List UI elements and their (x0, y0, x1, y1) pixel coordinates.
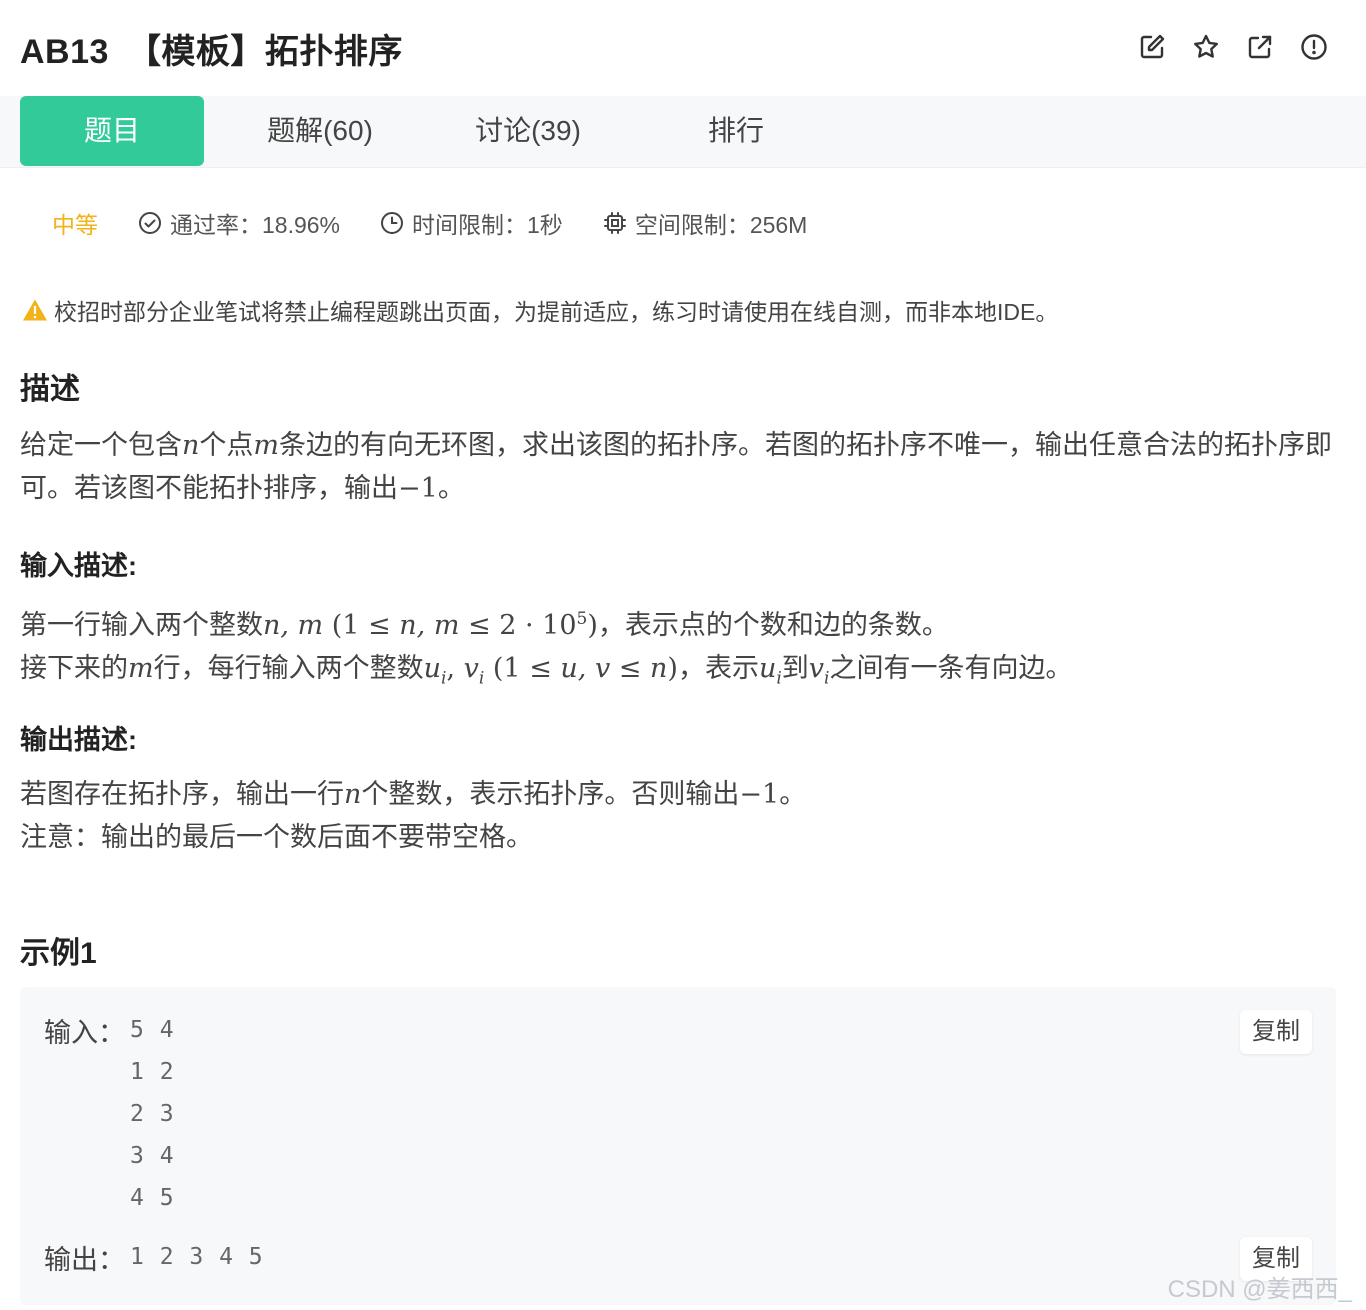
difficulty-badge: 中等 (52, 212, 98, 238)
input-desc-line-1: 第一行输入两个整数n, m (1 ≤ n, m ≤ 2 · 105)，表示点的个… (20, 609, 949, 641)
input-desc-text: 第一行输入两个整数n, m (1 ≤ n, m ≤ 2 · 105)，表示点的个… (20, 598, 1340, 700)
problem-tabs: 题目 题解(60) 讨论(39) 排行 (0, 96, 1366, 168)
output-desc-line-1: 若图存在拓扑序，输出一行n个整数，表示拓扑序。否则输出−1。 (20, 779, 807, 810)
csdn-watermark: CSDN @姜西西_ (1167, 1276, 1352, 1303)
description-text: 给定一个包含n个点m条边的有向无环图，求出该图的拓扑序。若图的拓扑序不唯一，输出… (20, 430, 1332, 504)
problem-page: AB13 【模板】拓扑排序 题目 题解(60) 讨论(39) 排行 中等 通过率… (0, 0, 1366, 1310)
example-output-line: 1 2 3 4 5 (130, 1244, 264, 1270)
description-heading: 描述 (20, 373, 80, 406)
tab-solutions[interactable]: 题解(60) (240, 96, 400, 166)
copy-input-button[interactable]: 复制 (1240, 1010, 1312, 1054)
alert-circle-icon[interactable] (1300, 33, 1328, 61)
time-limit: 时间限制：1秒 (380, 206, 563, 240)
external-link-icon[interactable] (1246, 33, 1274, 61)
star-icon[interactable] (1192, 33, 1220, 61)
input-desc-line-2: 接下来的m行，每行输入两个整数ui, vi (1 ≤ u, v ≤ n)，表示u… (20, 653, 1073, 689)
problem-title: AB13 【模板】拓扑排序 (20, 24, 403, 73)
example-input-line: 1 2 (130, 1059, 175, 1085)
time-limit-text: 时间限制：1秒 (412, 212, 563, 238)
cpu-chip-icon (603, 212, 626, 234)
example-box: 输入： 5 4 1 2 2 3 3 4 4 5 复制 输出： 1 2 3 4 5… (20, 987, 1336, 1305)
pass-rate-text: 通过率：18.96% (170, 212, 341, 238)
memory-limit-text: 空间限制：256M (634, 212, 808, 238)
tab-ranking[interactable]: 排行 (656, 96, 816, 166)
clock-icon (381, 212, 404, 234)
pass-rate: 通过率：18.96% (138, 206, 340, 240)
example-input-label: 输入： (44, 1018, 125, 1048)
warning-triangle-icon (23, 299, 47, 321)
header-actions (1138, 33, 1328, 61)
example-input-line: 4 5 (130, 1185, 175, 1211)
problem-name: 【模板】拓扑排序 (126, 32, 403, 71)
example-heading: 示例1 (20, 937, 97, 970)
input-desc-heading: 输入描述: (20, 551, 137, 581)
problem-meta: 中等 通过率：18.96% 时间限制：1秒 空间限制：256M (52, 203, 847, 243)
problem-header: AB13 【模板】拓扑排序 (0, 0, 1366, 96)
example-input-line: 3 4 (130, 1143, 175, 1169)
tab-problem[interactable]: 题目 (20, 96, 204, 166)
problem-id: AB13 (20, 32, 109, 71)
example-input-line: 2 3 (130, 1101, 175, 1127)
example-input-line: 5 4 (130, 1017, 175, 1043)
example-output[interactable]: 1 2 3 4 5 (130, 1236, 264, 1278)
output-desc-heading: 输出描述: (20, 725, 137, 755)
output-desc-line-2: 注意：输出的最后一个数后面不要带空格。 (20, 822, 533, 852)
warning-banner: 校招时部分企业笔试将禁止编程题跳出页面，为提前适应，练习时请使用在线自测，而非本… (22, 292, 1058, 328)
edit-icon[interactable] (1138, 33, 1166, 61)
warning-text: 校招时部分企业笔试将禁止编程题跳出页面，为提前适应，练习时请使用在线自测，而非本… (54, 299, 1059, 325)
memory-limit: 空间限制：256M (603, 206, 808, 240)
example-input[interactable]: 5 4 1 2 2 3 3 4 4 5 (130, 1009, 175, 1219)
output-desc-text: 若图存在拓扑序，输出一行n个整数，表示拓扑序。否则输出−1。 注意：输出的最后一… (20, 773, 1340, 859)
check-circle-icon (139, 212, 161, 234)
example-output-label: 输出： (44, 1245, 125, 1275)
tab-discussion[interactable]: 讨论(39) (448, 96, 608, 166)
